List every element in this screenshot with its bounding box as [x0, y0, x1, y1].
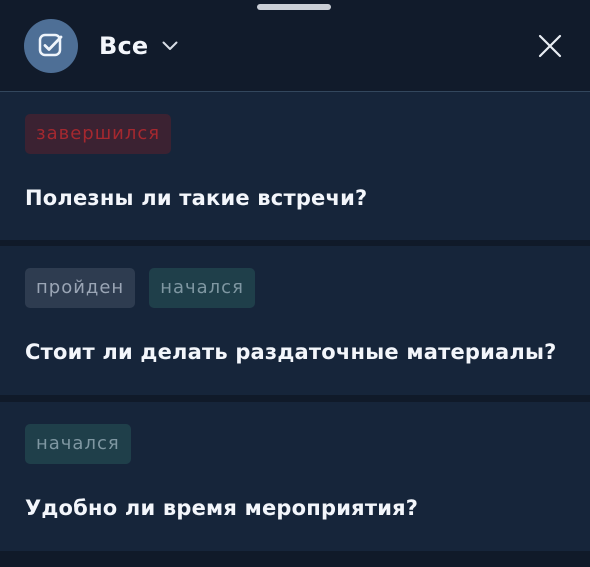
- status-badge-passed: пройден: [25, 268, 136, 308]
- list-item[interactable]: пройден начался Стоит ли делать раздаточ…: [0, 246, 590, 395]
- chevron-down-icon: [162, 41, 178, 50]
- status-badge-started: начался: [149, 268, 255, 308]
- question-title: Полезны ли такие встречи?: [25, 186, 368, 210]
- status-badge-ended: завершился: [25, 114, 172, 154]
- sheet-header: Все: [0, 0, 590, 92]
- status-badges: начался: [25, 424, 131, 464]
- check-square-icon: [38, 33, 63, 57]
- status-badges: пройден начался: [25, 268, 255, 308]
- filter-label: Все: [99, 32, 149, 60]
- list-item[interactable]: начался Удобно ли время мероприятия?: [0, 402, 590, 551]
- close-icon[interactable]: [536, 32, 564, 60]
- question-title: Стоит ли делать раздаточные материалы?: [25, 340, 557, 364]
- avatar[interactable]: [24, 19, 78, 73]
- question-title: Удобно ли время мероприятия?: [25, 496, 419, 520]
- drag-handle[interactable]: [257, 4, 331, 10]
- poll-list-sheet: Все завершился Полезны ли такие встречи?…: [0, 0, 590, 567]
- list-item[interactable]: завершился Полезны ли такие встречи?: [0, 92, 590, 240]
- status-badge-started: начался: [25, 424, 131, 464]
- filter-dropdown[interactable]: Все: [99, 31, 178, 61]
- status-badges: завершился: [25, 114, 172, 154]
